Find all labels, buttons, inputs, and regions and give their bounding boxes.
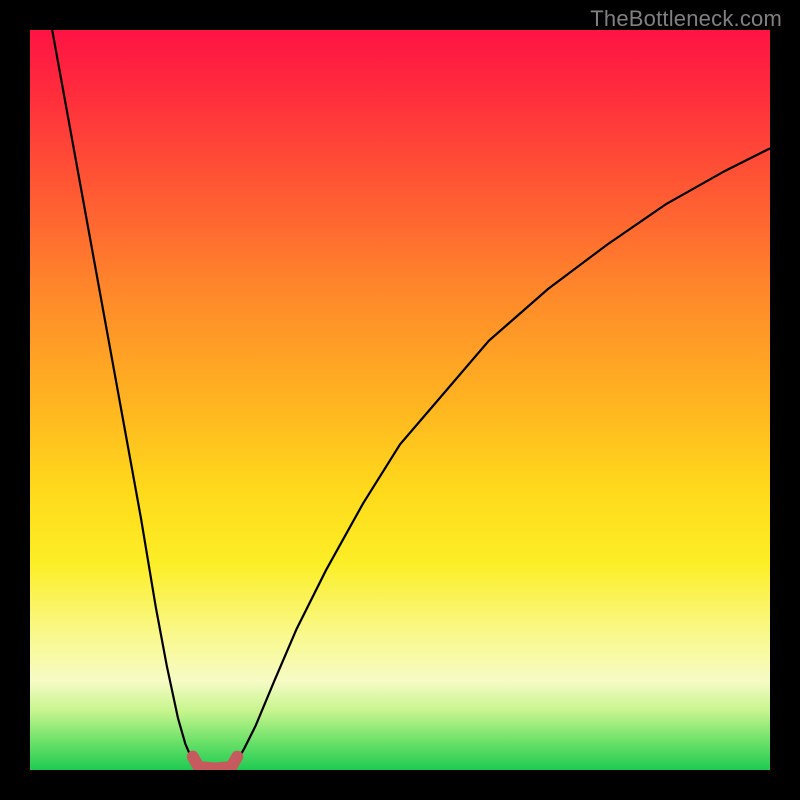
chart-series-group xyxy=(52,30,770,769)
series-right-branch xyxy=(231,148,770,766)
series-bottom-flat xyxy=(193,757,237,769)
chart-area xyxy=(30,30,770,770)
chart-overlay xyxy=(30,30,770,770)
series-left-branch xyxy=(52,30,199,766)
app-frame: TheBottleneck.com xyxy=(0,0,800,800)
watermark-text: TheBottleneck.com xyxy=(590,6,782,32)
